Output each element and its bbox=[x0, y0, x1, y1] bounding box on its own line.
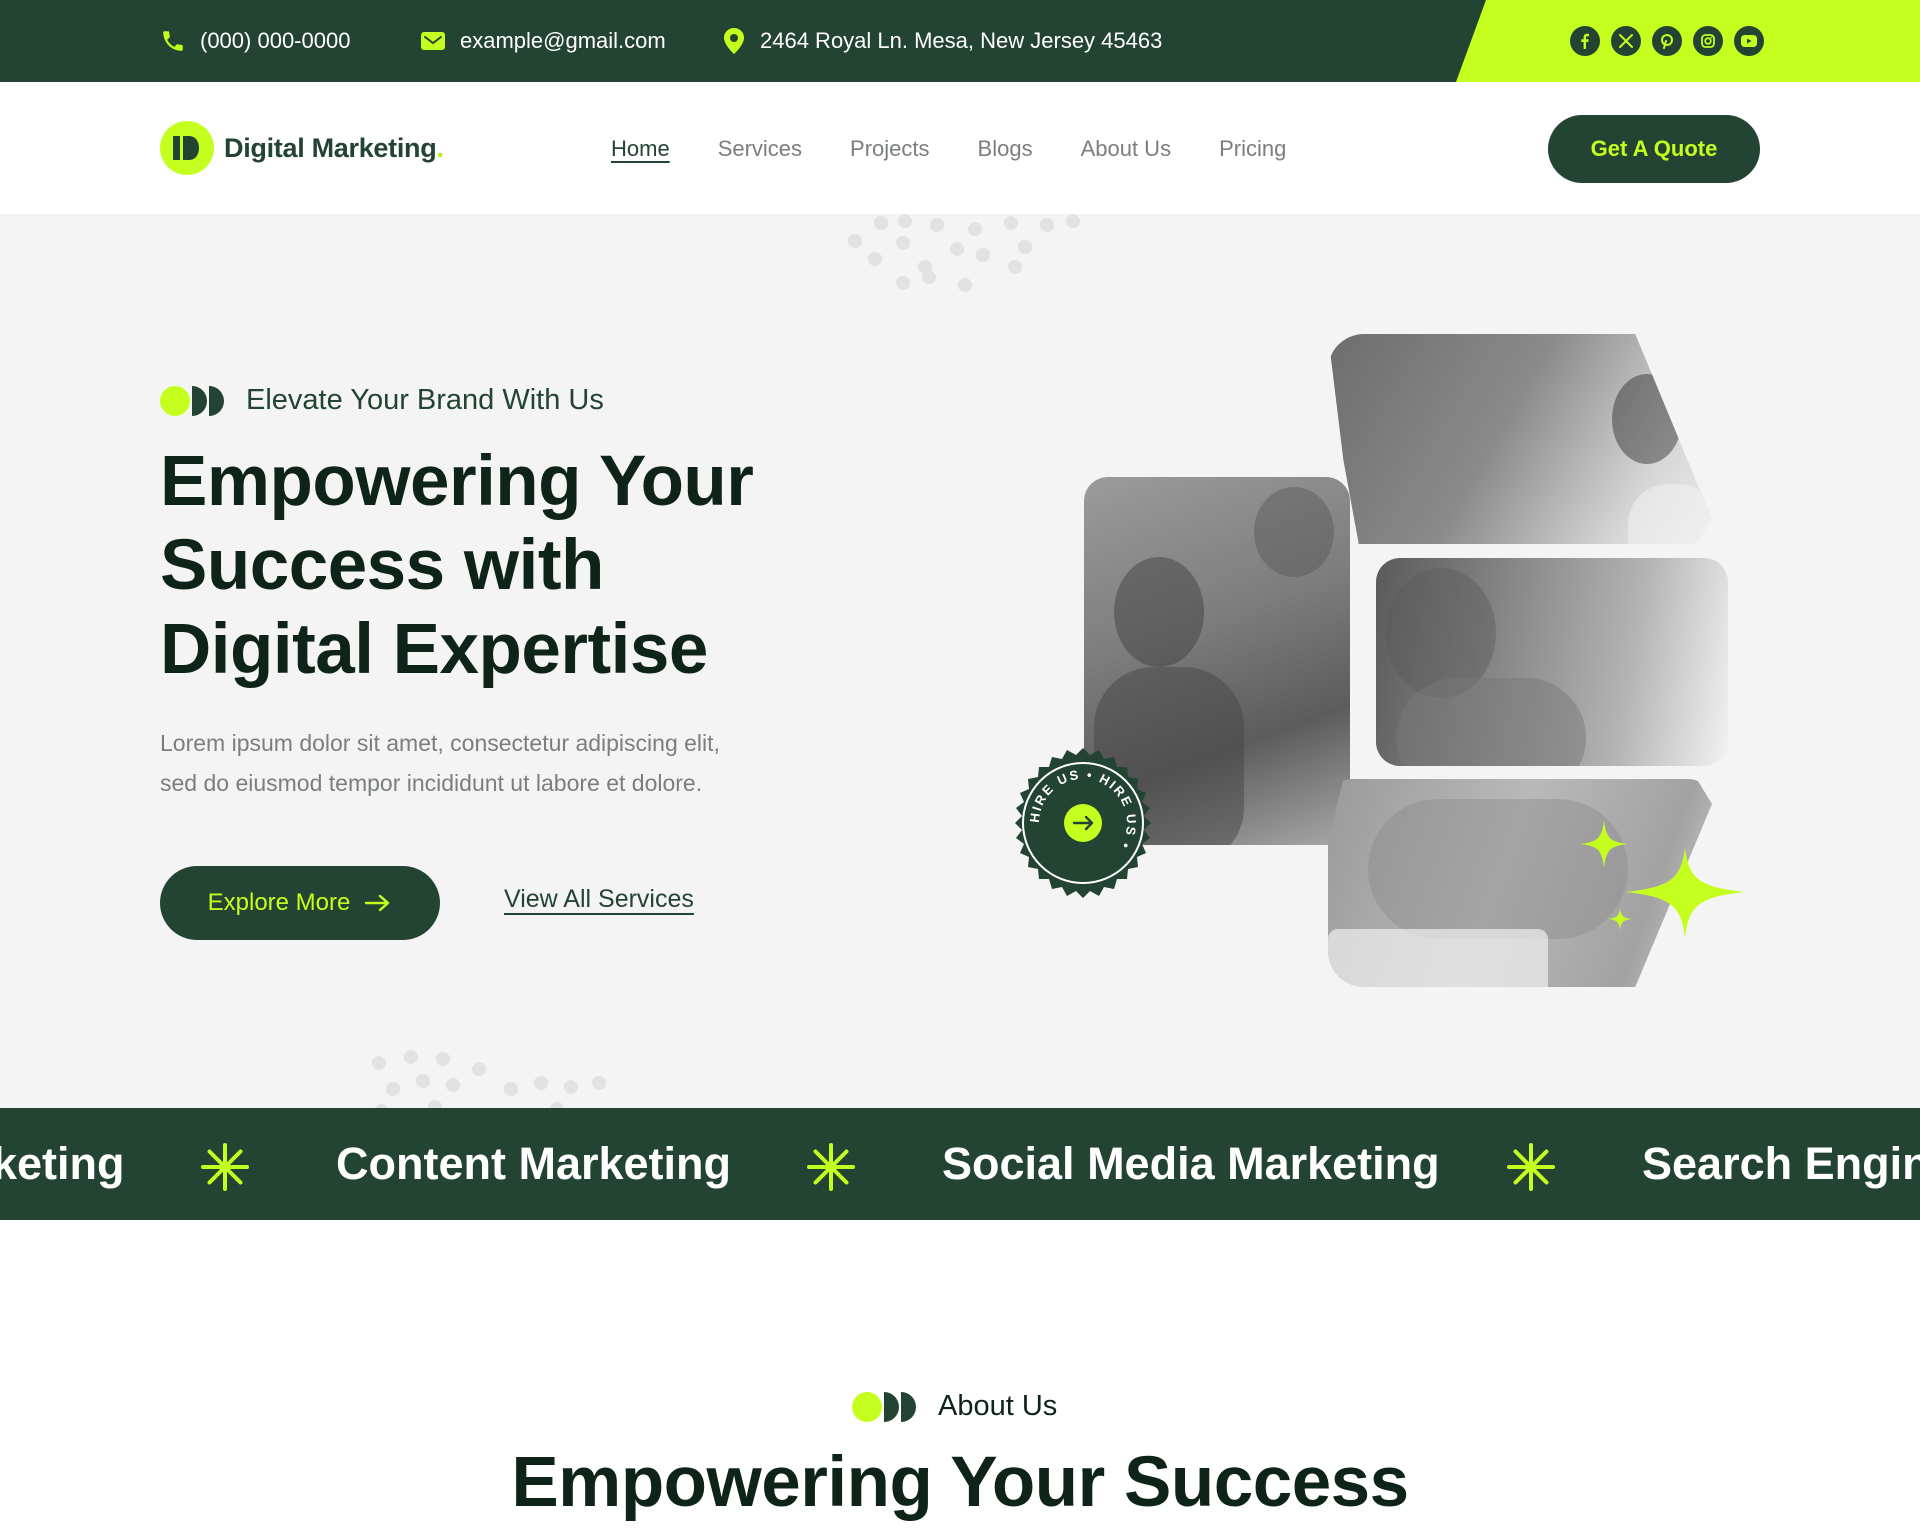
services-marquee: keting Content Marketing Social Media Ma… bbox=[0, 1108, 1920, 1220]
marquee-item: Content Marketing bbox=[336, 1138, 732, 1189]
site-logo[interactable]: Digital Marketing. bbox=[160, 121, 444, 175]
about-title: Empowering Your Success bbox=[511, 1443, 1409, 1522]
brand-dots-icon bbox=[160, 385, 224, 416]
nav-services[interactable]: Services bbox=[718, 133, 802, 165]
mail-icon bbox=[421, 32, 445, 50]
explore-more-button[interactable]: Explore More bbox=[160, 866, 440, 940]
nav-pricing[interactable]: Pricing bbox=[1219, 133, 1286, 165]
hero-tagline: Elevate Your Brand With Us bbox=[160, 384, 604, 417]
marquee-item: Social Media Marketing bbox=[942, 1138, 1440, 1189]
nav-home[interactable]: Home bbox=[611, 133, 670, 165]
view-all-services-link[interactable]: View All Services bbox=[504, 885, 694, 914]
youtube-icon[interactable] bbox=[1734, 26, 1764, 56]
asterisk-icon bbox=[1507, 1143, 1555, 1191]
x-icon[interactable] bbox=[1611, 26, 1641, 56]
location-pin-icon bbox=[724, 28, 744, 54]
topbar: (000) 000-0000 example@gmail.com 2464 Ro… bbox=[0, 0, 1920, 82]
asterisk-icon bbox=[201, 1143, 249, 1191]
topbar-address[interactable]: 2464 Royal Ln. Mesa, New Jersey 45463 bbox=[722, 0, 1162, 82]
phone-icon bbox=[163, 31, 183, 51]
get-a-quote-button[interactable]: Get A Quote bbox=[1548, 115, 1760, 183]
arrow-right-icon bbox=[365, 894, 390, 912]
nav-projects[interactable]: Projects bbox=[850, 133, 929, 165]
marquee-item: Search Engine bbox=[1642, 1138, 1920, 1189]
marquee-item: keting bbox=[0, 1138, 125, 1189]
topbar-phone[interactable]: (000) 000-0000 bbox=[160, 0, 350, 82]
sparkle-icon bbox=[1580, 820, 1745, 938]
about-tagline: About Us bbox=[852, 1390, 1057, 1423]
phone-text: (000) 000-0000 bbox=[200, 28, 351, 53]
facebook-icon[interactable] bbox=[1570, 26, 1600, 56]
pinterest-icon[interactable] bbox=[1652, 26, 1682, 56]
social-links bbox=[1570, 26, 1764, 56]
decorative-dots-top bbox=[840, 214, 1080, 294]
asterisk-icon bbox=[807, 1143, 855, 1191]
main-nav: Home Services Projects Blogs About Us Pr… bbox=[611, 133, 1334, 165]
nav-blogs[interactable]: Blogs bbox=[978, 133, 1033, 165]
email-text: example@gmail.com bbox=[460, 28, 666, 53]
hero-title: Empowering Your Success with Digital Exp… bbox=[160, 442, 754, 689]
logo-icon bbox=[160, 121, 214, 175]
team-photo-man-glasses bbox=[1376, 558, 1728, 766]
brand-dots-icon bbox=[852, 1391, 916, 1422]
hire-us-badge[interactable]: HIRE US • HIRE US • bbox=[1006, 746, 1160, 900]
hero-description: Lorem ipsum dolor sit amet, consectetur … bbox=[160, 730, 720, 796]
nav-about-us[interactable]: About Us bbox=[1081, 133, 1172, 165]
logo-text: Digital Marketing. bbox=[224, 132, 444, 163]
decorative-dots-bottom bbox=[370, 1042, 620, 1108]
topbar-email[interactable]: example@gmail.com bbox=[420, 0, 666, 82]
instagram-icon[interactable] bbox=[1693, 26, 1723, 56]
address-text: 2464 Royal Ln. Mesa, New Jersey 45463 bbox=[760, 28, 1163, 53]
